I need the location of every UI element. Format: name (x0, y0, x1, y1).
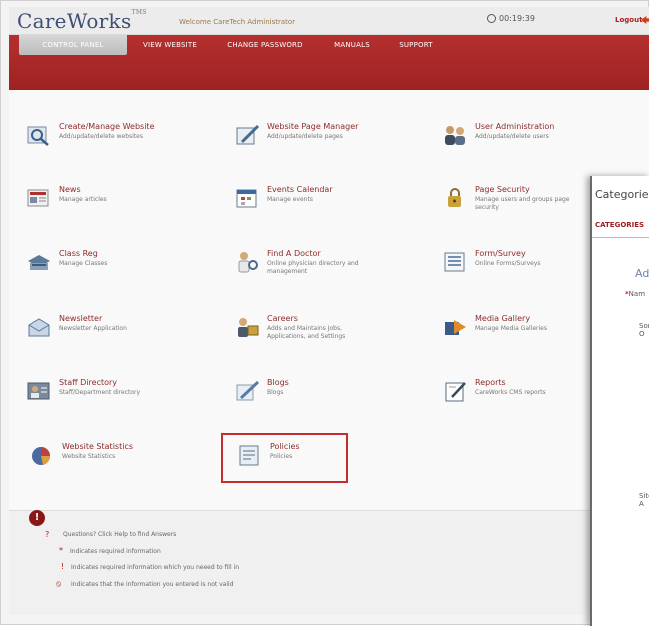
clock-icon (487, 14, 496, 23)
tile-news[interactable]: News Manage articles (26, 185, 216, 225)
magnifier-icon (27, 126, 49, 146)
legend-footer (9, 510, 649, 615)
careworks-logo: CareWorksTMS (17, 9, 147, 33)
tile-staff-directory[interactable]: Staff Directory Staff/Department directo… (26, 378, 216, 418)
logout-link[interactable]: Logout (615, 16, 642, 24)
warning-text: Indicates required information which you… (71, 564, 240, 571)
sort-order-label: Sort O (639, 322, 649, 338)
help-icon[interactable]: ? (45, 530, 49, 539)
alert-icon: ! (29, 510, 45, 526)
policies-highlight-box (221, 433, 348, 483)
reports-icon (445, 382, 466, 402)
careers-icon (238, 318, 259, 337)
tile-website-page-manager[interactable]: Website Page Manager Add/update/delete p… (234, 122, 424, 162)
main-nav: CONTROL PANEL VIEW WEBSITE CHANGE PASSWO… (9, 35, 649, 90)
blog-icon (236, 380, 260, 401)
tab-change-password[interactable]: CHANGE PASSWORD (219, 35, 311, 55)
tile-user-administration[interactable]: User Administration Add/update/delete us… (442, 122, 632, 162)
tab-manuals[interactable]: MANUALS (327, 35, 377, 55)
required-text: Indicates required information (70, 548, 161, 555)
warning-icon: ! (61, 562, 65, 571)
tile-class-reg[interactable]: Class Reg Manage Classes (26, 249, 216, 289)
media-icon (445, 320, 466, 335)
tile-events-calendar[interactable]: Events Calendar Manage events (234, 185, 424, 225)
tile-newsletter[interactable]: Newsletter Newsletter Application (26, 314, 216, 354)
panel-add-heading: Ad (635, 267, 649, 280)
newspaper-icon (27, 189, 49, 207)
tile-website-statistics[interactable]: Website Statistics Website Statistics (29, 442, 219, 482)
required-asterisk-icon: * (59, 546, 63, 555)
form-icon (444, 252, 465, 272)
app-window: CareWorksTMS Welcome CareTech Administra… (0, 0, 649, 626)
users-icon (445, 126, 465, 145)
help-text: Questions? Click Help to find Answers (63, 531, 177, 538)
tab-view-website[interactable]: VIEW WEBSITE (135, 35, 205, 55)
site-label: Site A (639, 492, 649, 508)
tile-find-a-doctor[interactable]: Find A Doctor Online physician directory… (234, 249, 424, 289)
tab-categories[interactable]: CATEGORIES (595, 221, 644, 229)
tile-create-manage-website[interactable]: Create/Manage Website Add/update/delete … (26, 122, 216, 162)
panel-title: Categories (595, 188, 649, 201)
session-clock: 00:19:39 (487, 14, 535, 23)
tile-blogs[interactable]: Blogs Blogs (234, 378, 424, 418)
pie-chart-icon (32, 447, 51, 465)
tile-careers[interactable]: Careers Adds and Maintains Jobs, Applica… (234, 314, 424, 354)
error-icon: ⦸ (56, 579, 62, 588)
categories-panel: Categories CATEGORIES Ad *Nam Sort O Sit… (590, 176, 649, 626)
page-edit-icon (236, 124, 260, 145)
error-text: Indicates that the information you enter… (71, 581, 234, 588)
calendar-icon (236, 189, 257, 208)
tab-control-panel[interactable]: CONTROL PANEL (19, 35, 127, 55)
classroom-icon (28, 255, 50, 270)
panel-divider (592, 237, 649, 238)
lock-icon (448, 188, 461, 207)
doctor-icon (238, 252, 258, 273)
envelope-icon (28, 318, 50, 337)
name-field-label: *Nam (625, 290, 646, 298)
welcome-text: Welcome CareTech Administrator (179, 18, 296, 26)
tab-support[interactable]: SUPPORT (391, 35, 441, 55)
top-bar: CareWorksTMS Welcome CareTech Administra… (9, 7, 649, 35)
staff-icon (27, 382, 50, 400)
